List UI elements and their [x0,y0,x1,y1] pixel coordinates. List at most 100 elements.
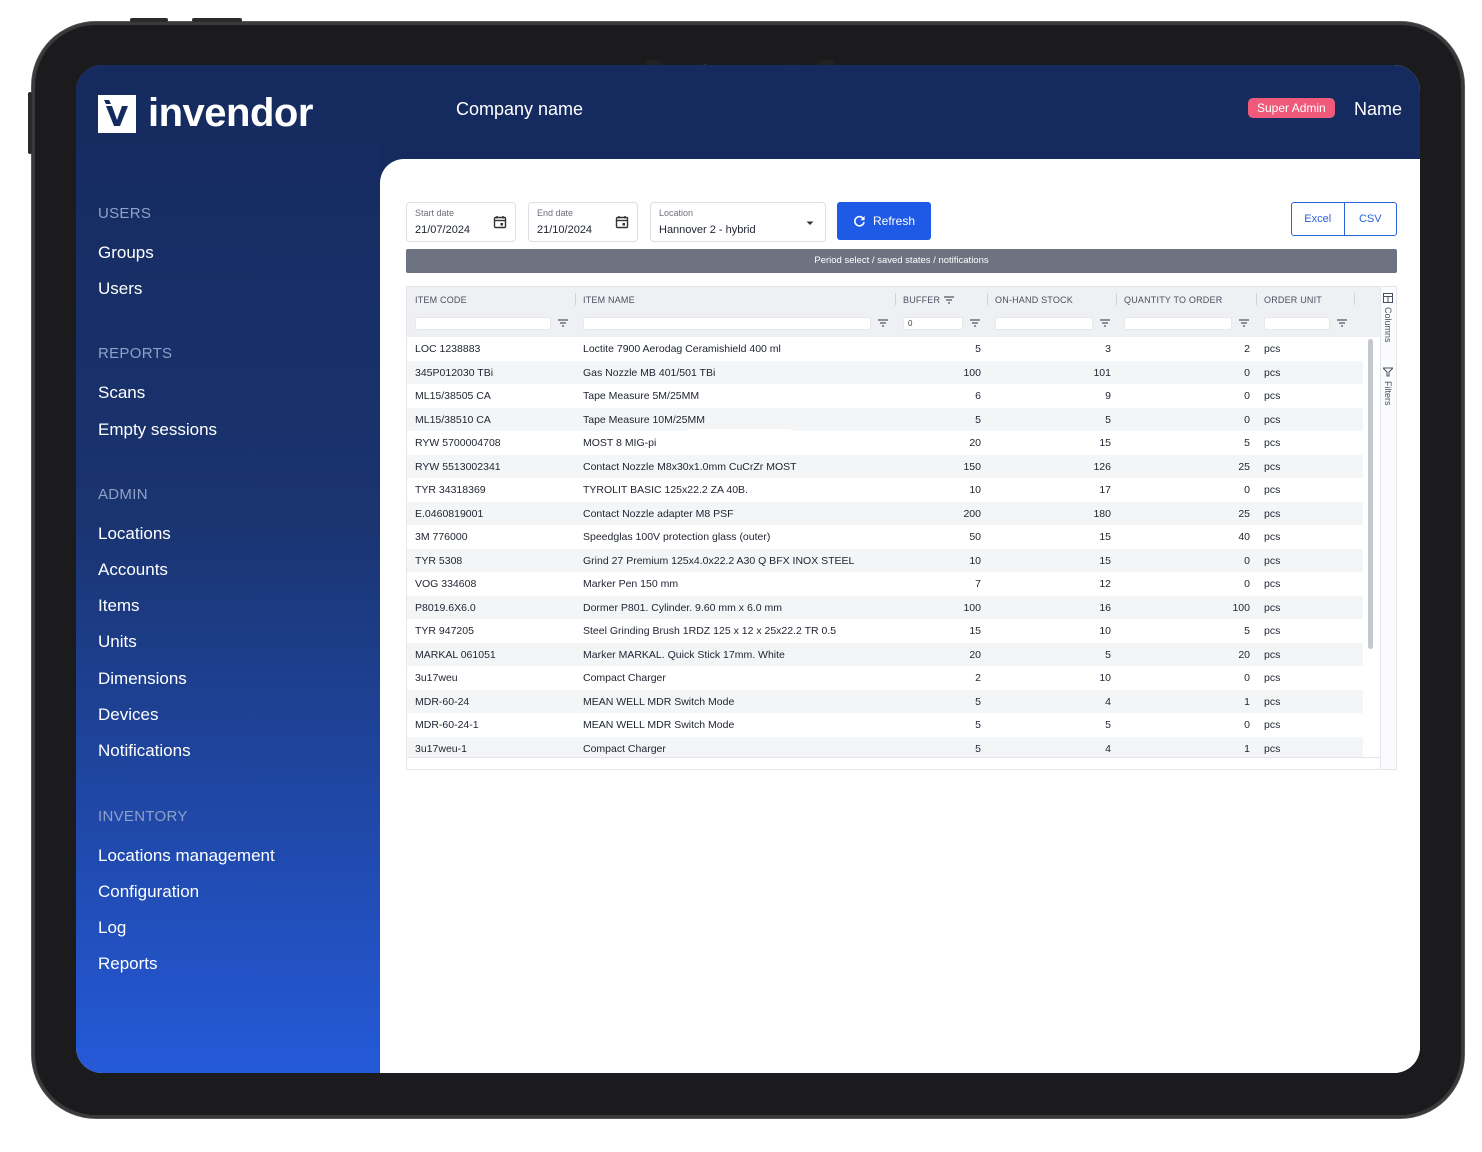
calendar-icon[interactable] [493,215,507,229]
nav-item-dimensions[interactable]: Dimensions [98,669,187,689]
table-row[interactable]: E.0460819001 Contact Nozzle adapter M8 PS… [407,501,1363,525]
filter-icon[interactable] [970,318,980,328]
cell-item-code: 3M 776000 [415,531,468,543]
columns-tool[interactable]: Columns [1383,293,1393,343]
vertical-scrollbar[interactable] [1368,339,1373,649]
cell-on-hand-stock: 12 [1099,578,1111,590]
filter-icon[interactable] [1337,318,1347,328]
nav-item-locations[interactable]: Locations [98,524,171,544]
filter-input-on-hand-stock[interactable] [995,317,1093,330]
table-row[interactable]: ML15/38510 CA Tape Measure 10M/25MM 5 5 0 pcs [407,407,1363,431]
nav-item-empty-sessions[interactable]: Empty sessions [98,420,217,440]
filter-input-item-name[interactable] [583,317,871,330]
csv-button[interactable]: CSV [1343,203,1397,235]
filter-icon[interactable] [1239,318,1249,328]
cell-buffer: 5 [975,413,981,426]
cell-order-unit: pcs [1264,719,1281,731]
table-row[interactable]: TYR 5308 Grind 27 Premium 125x4.0x22.2 A3… [407,548,1363,572]
columns-label: Columns [1383,307,1393,343]
logo[interactable]: invendor [98,91,313,136]
nav-item-log[interactable]: Log [98,918,126,938]
cell-quantity-to-order: 5 [1244,625,1250,637]
horizontal-scrollbar[interactable] [407,757,1380,769]
user-name[interactable]: Name [1354,99,1402,120]
column-separator[interactable] [895,293,896,305]
table-row[interactable]: 3u17weu Compact Charger 2 10 0 pcs [407,666,1363,690]
cell-on-hand-stock: 5 [1105,719,1111,731]
table-row[interactable]: RYW 5700004708 MOST 8 MIG-pi 20 15 5 pcs [407,431,1363,455]
end-date-field[interactable]: End date 21/10/2024 [528,202,638,242]
filter-input-quantity-to-order[interactable] [1124,317,1232,330]
column-header-item-code[interactable]: ITEM CODE [415,295,467,305]
start-date-field[interactable]: Start date 21/07/2024 [406,202,516,242]
column-header-quantity-to-order[interactable]: QUANTITY TO ORDER [1124,295,1222,305]
nav-item-items[interactable]: Items [98,596,140,616]
nav-item-reports[interactable]: Reports [98,954,158,974]
table-row[interactable]: LOC 1238883 Loctite 7900 Aerodag Ceramish… [407,337,1363,361]
cell-item-code: RYW 5513002341 [415,460,501,473]
table-row[interactable]: RYW 5513002341 Contact Nozzle M8x30x1.0mm… [407,454,1363,478]
filter-icon[interactable] [1100,318,1110,328]
cell-quantity-to-order: 0 [1244,366,1250,379]
excel-button[interactable]: Excel [1292,203,1344,235]
column-label: QUANTITY TO ORDER [1124,295,1223,305]
period-bar[interactable]: Period select / saved states / notificat… [406,249,1397,273]
filter-input-order-unit[interactable] [1264,317,1330,330]
column-header-buffer[interactable]: BUFFER [903,295,955,305]
filter-input-buffer[interactable]: 0 [903,317,963,330]
cell-order-unit: pcs [1264,695,1281,708]
nav-item-units[interactable]: Units [98,632,137,652]
nav-item-devices[interactable]: Devices [98,705,158,725]
columns-icon [1383,293,1393,303]
table-row[interactable]: ML15/38505 CA Tape Measure 5M/25MM 6 9 0 pcs [407,384,1363,408]
table-row[interactable]: MARKAL 061051 Marker MARKAL. Quick Stick … [407,642,1363,666]
table-row[interactable]: TYR 947205 Steel Grinding Brush 1RDZ 125 … [407,619,1363,643]
table-row[interactable]: MDR-60-24-1 MEAN WELL MDR Switch Mode 5 5 0 p… [407,713,1363,737]
refresh-label: Refresh [872,214,916,228]
cell-order-unit: pcs [1264,648,1281,661]
table-row[interactable]: P8019.6X6.0 Dormer P801. Cylinder. 9.60 m… [407,595,1363,619]
filter-icon[interactable] [878,318,888,328]
filters-tool[interactable]: Filters [1383,367,1393,406]
refresh-icon [854,215,865,227]
filter-funnel-icon [1383,367,1393,377]
cell-quantity-to-order: 0 [1244,719,1250,731]
cell-order-unit: pcs [1264,437,1281,449]
refresh-button[interactable]: Refresh [837,202,931,240]
cell-item-name: Contact Nozzle M8x30x1.0mm CuCrZr MOST [583,460,797,473]
cell-on-hand-stock: 180 [1093,507,1111,520]
cell-order-unit: pcs [1264,413,1281,426]
nav-item-groups[interactable]: Groups [98,243,154,263]
calendar-icon[interactable] [615,215,629,229]
table-row[interactable]: VOG 334608 Marker Pen 150 mm 7 12 0 pcs [407,572,1363,596]
cell-quantity-to-order: 0 [1244,578,1250,590]
filter-input-item-code[interactable] [415,317,551,330]
column-separator[interactable] [1354,293,1355,305]
nav-item-notifications[interactable]: Notifications [98,741,191,761]
column-header-on-hand-stock[interactable]: ON-HAND STOCK [995,295,1073,305]
column-separator[interactable] [575,293,576,305]
column-header-item-name[interactable]: ITEM NAME [583,295,635,305]
nav-item-accounts[interactable]: Accounts [98,560,168,580]
filter-icon[interactable] [558,318,568,328]
nav-item-configuration[interactable]: Configuration [98,882,199,902]
location-select[interactable]: Location Hannover 2 - hybrid [650,202,826,242]
column-label: ON-HAND STOCK [995,295,1073,305]
column-separator[interactable] [1116,293,1117,305]
volume-button [130,18,168,22]
table-row[interactable]: TYR 34318369 TYROLIT BASIC 125x22.2 ZA 40… [407,478,1363,502]
cell-buffer: 10 [969,554,981,567]
cell-order-unit: pcs [1264,507,1281,520]
nav-item-scans[interactable]: Scans [98,383,145,403]
table-row[interactable]: 3M 776000 Speedglas 100V protection glass… [407,525,1363,549]
table-row[interactable]: MDR-60-24 MEAN WELL MDR Switch Mode 5 4 1 pcs [407,689,1363,713]
column-separator[interactable] [1256,293,1257,305]
nav-item-locations-management[interactable]: Locations management [98,846,275,866]
table-row[interactable]: 345P012030 TBi Gas Nozzle MB 401/501 TBi 1… [407,360,1363,384]
column-separator[interactable] [987,293,988,305]
cell-buffer: 5 [975,719,981,731]
cell-item-name: Contact Nozzle adapter M8 PSF [583,507,734,520]
column-header-order-unit[interactable]: ORDER UNIT [1264,295,1322,305]
cell-on-hand-stock: 9 [1105,390,1111,402]
nav-item-users[interactable]: Users [98,279,142,299]
